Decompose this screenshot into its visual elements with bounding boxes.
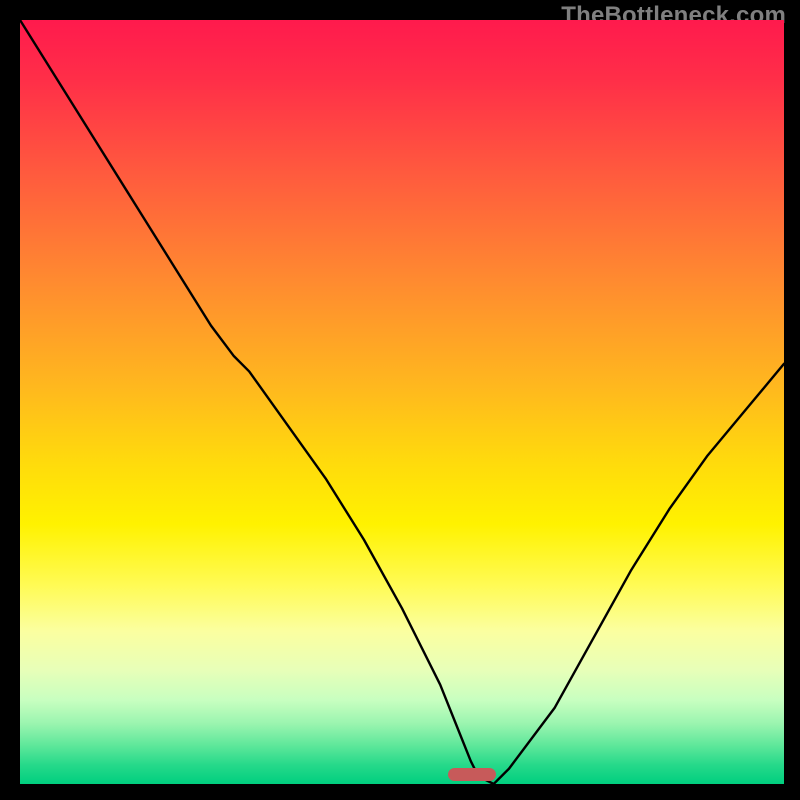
- plot-area: [20, 20, 784, 784]
- minimum-marker: [448, 768, 496, 781]
- chart-frame: TheBottleneck.com: [0, 0, 800, 800]
- bottleneck-curve: [20, 20, 784, 784]
